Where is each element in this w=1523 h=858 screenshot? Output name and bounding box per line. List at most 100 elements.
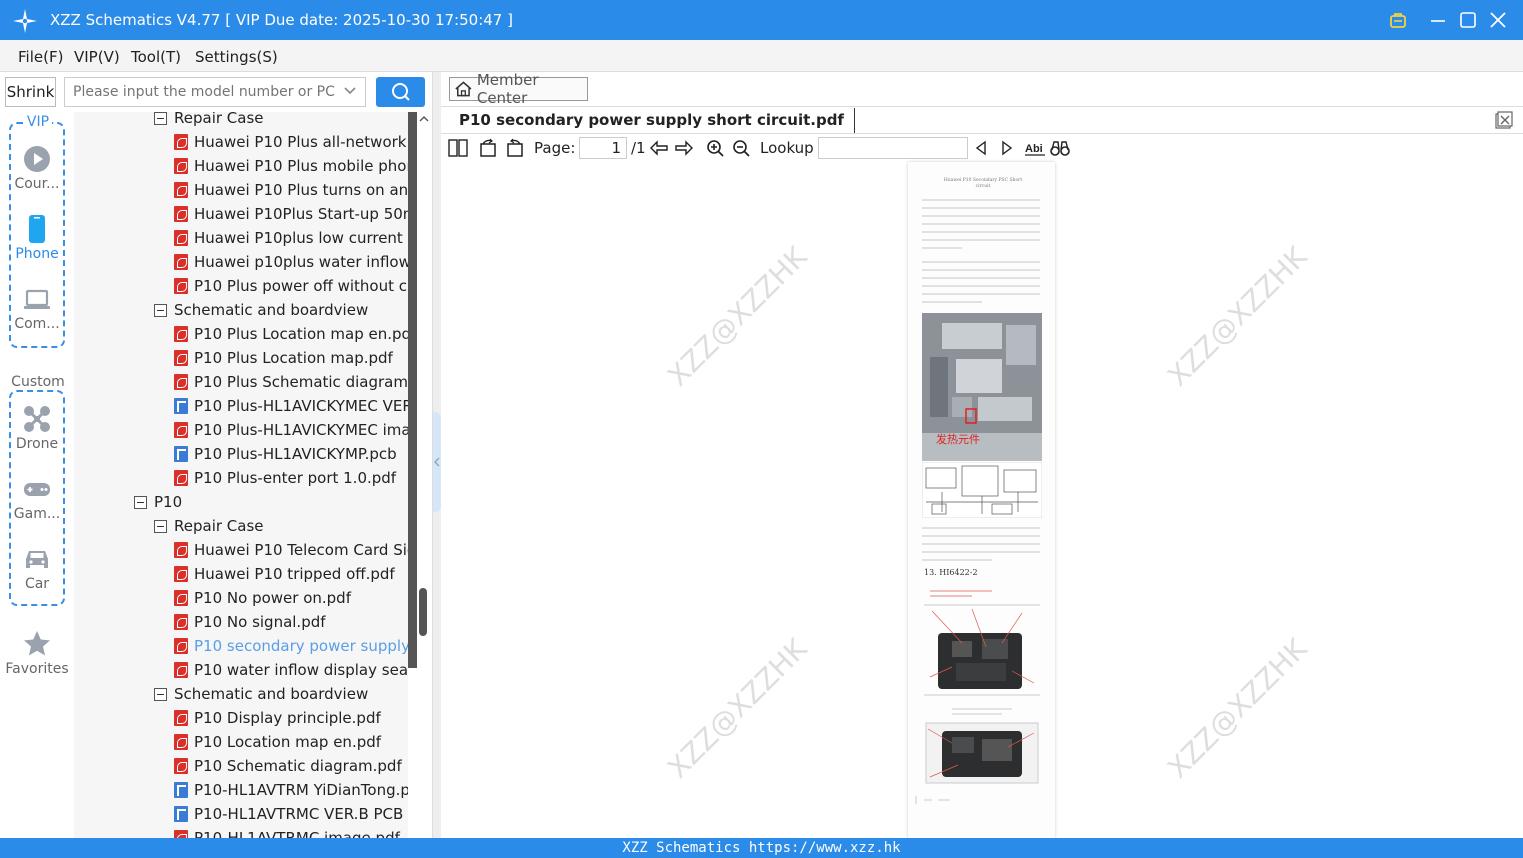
tree-folder[interactable]: Schematic and boardview [154, 682, 368, 706]
binoculars-icon[interactable] [1049, 137, 1071, 159]
tree-folder[interactable]: Repair Case [154, 514, 264, 538]
nav-computer[interactable]: Com... [0, 284, 74, 332]
match-case-icon[interactable]: Abi [1024, 137, 1046, 159]
nav-favorites[interactable]: Favorites [0, 629, 74, 677]
find-previous-icon[interactable] [971, 137, 991, 159]
collapse-toggle-icon[interactable] [154, 687, 167, 701]
tree-item-label: P10 Plus Location map en.pdf [194, 325, 417, 343]
svg-text:Abi: Abi [1025, 143, 1043, 155]
tree-file[interactable]: P10-HL1AVTRMC VER.B PCB lay [174, 802, 430, 826]
next-page-icon[interactable] [673, 137, 695, 159]
tree-file[interactable]: P10 Display principle.pdf [174, 706, 381, 730]
find-next-icon[interactable] [997, 137, 1017, 159]
close-icon[interactable] [1486, 8, 1510, 32]
title-bar: XZZ Schematics V4.77 [ VIP Due date: 202… [0, 0, 1523, 40]
vip-badge-icon[interactable] [1386, 8, 1410, 32]
tree-file[interactable]: Huawei P10 tripped off.pdf [174, 562, 395, 586]
tree-file[interactable]: Huawei P10Plus Start-up 50mA [174, 202, 428, 226]
tree-file[interactable]: P10 Plus Location map en.pdf [174, 322, 416, 346]
collapse-toggle-icon[interactable] [154, 112, 167, 125]
tree-item-label: P10 Plus-HL1AVICKYMP.pcb [194, 445, 397, 463]
member-center-button[interactable]: Member Center [449, 71, 588, 107]
tree-file[interactable]: P10 Plus-HL1AVICKYMP.pcb [174, 442, 397, 466]
tree-file[interactable]: Huawei p10plus water inflow cc [174, 250, 432, 274]
tree-file[interactable]: P10 Location map en.pdf [174, 730, 381, 754]
tree-file[interactable]: P10 Plus Location map.pdf [174, 346, 393, 370]
two-page-view-icon[interactable] [447, 137, 469, 159]
search-button[interactable] [376, 77, 425, 107]
tree-file[interactable]: Huawei P10 Plus turns on and t [174, 178, 428, 202]
board-photo: 发热元件 [922, 313, 1042, 461]
tree-file[interactable]: P10 Plus-HL1AVICKYMEC image [174, 418, 429, 442]
rotate-left-icon[interactable] [477, 137, 499, 159]
nav-game[interactable]: Gam... [0, 474, 74, 522]
collapse-handle[interactable] [433, 412, 441, 512]
close-document-icon[interactable] [1495, 111, 1513, 129]
collapse-toggle-icon[interactable] [154, 303, 167, 317]
tree-file[interactable]: Huawei P10 Plus all-network ve [174, 130, 429, 154]
tree-file[interactable]: P10 Plus power off without cha [174, 274, 426, 298]
pdf-file-icon [174, 662, 188, 678]
tree-item-label: P10-HL1AVTRMC image.pdf [194, 829, 400, 838]
chevron-down-icon[interactable] [343, 84, 357, 98]
search-input[interactable] [65, 78, 335, 106]
nav-car[interactable]: Car [0, 544, 74, 592]
tree-file[interactable]: Huawei P10 Telecom Card Sign [174, 538, 426, 562]
panel-splitter[interactable] [432, 72, 441, 838]
menu-tool[interactable]: Tool(T) [131, 48, 181, 66]
menu-vip[interactable]: VIP(V) [74, 48, 120, 66]
menu-file[interactable]: File(F) [18, 48, 63, 66]
pdf-file-icon [174, 374, 188, 390]
pdf-viewer[interactable]: XZZ@XZZHK XZZ@XZZHK XZZ@XZZHK XZZ@XZZHK … [441, 162, 1523, 838]
pcb-file-icon [174, 782, 188, 798]
lookup-input[interactable] [818, 137, 968, 159]
tree-file[interactable]: P10-HL1AVTRM YiDianTong.pcl [174, 778, 422, 802]
tree-file[interactable]: Huawei P10 Plus mobile phone [174, 154, 425, 178]
pdf-file-icon [174, 830, 188, 838]
collapse-toggle-icon[interactable] [134, 495, 147, 509]
home-icon [455, 81, 472, 97]
tree-file[interactable]: P10 secondary power supply sh [174, 634, 432, 658]
tree-file[interactable]: P10 water inflow display seat is [174, 658, 431, 682]
tree-item-label: P10 No signal.pdf [194, 613, 326, 631]
tree-file[interactable]: P10-HL1AVTRMC image.pdf [174, 826, 400, 838]
collapse-toggle-icon[interactable] [154, 519, 167, 533]
watermark: XZZ@XZZHK [661, 632, 814, 785]
menu-settings[interactable]: Settings(S) [195, 48, 278, 66]
tree-item-label: Huawei P10plus low current po [194, 229, 427, 247]
nav-phone[interactable]: Phone [0, 214, 74, 262]
zoom-in-icon[interactable] [705, 137, 725, 159]
tree-file[interactable]: P10 Schematic diagram.pdf [174, 754, 402, 778]
tree-scroll-thumb[interactable] [419, 588, 427, 636]
shrink-button[interactable]: Shrink [5, 77, 56, 107]
zoom-out-icon[interactable] [731, 137, 751, 159]
tree-scrollbar[interactable] [408, 112, 432, 838]
tree-file[interactable]: P10 No power on.pdf [174, 586, 351, 610]
tree-folder[interactable]: Repair Case [154, 112, 264, 130]
maximize-icon[interactable] [1456, 8, 1480, 32]
pcb-file-icon [174, 446, 188, 462]
pcb-file-icon [174, 806, 188, 822]
nav-drone[interactable]: Drone [0, 404, 74, 452]
scroll-up-icon[interactable] [418, 114, 430, 124]
previous-page-icon[interactable] [648, 137, 670, 159]
tree-item-label: Huawei P10Plus Start-up 50mA [194, 205, 428, 223]
tree-file[interactable]: Huawei P10plus low current po [174, 226, 426, 250]
lookup-label: Lookup [760, 139, 814, 157]
pdf-file-icon [174, 278, 188, 294]
tree-file[interactable]: P10 Plus-HL1AVICKYMEC VER.A [174, 394, 427, 418]
tree-item-label: Repair Case [174, 517, 264, 535]
tree-file[interactable]: P10 Plus Schematic diagram.pd [174, 370, 432, 394]
tree-folder[interactable]: Schematic and boardview [154, 298, 368, 322]
page-number-input[interactable]: 1 [579, 137, 627, 159]
tab-document[interactable]: P10 secondary power supply short circuit… [449, 108, 855, 133]
nav-course[interactable]: Cour... [0, 144, 74, 192]
tree-item-label: P10 Plus Schematic diagram.pd [194, 373, 432, 391]
minimize-icon[interactable] [1426, 8, 1450, 32]
tree-file[interactable]: P10 Plus-enter port 1.0.pdf [174, 466, 396, 490]
tree-file[interactable]: P10 No signal.pdf [174, 610, 326, 634]
page-text-block [922, 527, 1040, 561]
tree-folder[interactable]: P10 [134, 490, 182, 514]
rotate-right-icon[interactable] [504, 137, 526, 159]
pdf-file-icon [174, 614, 188, 630]
